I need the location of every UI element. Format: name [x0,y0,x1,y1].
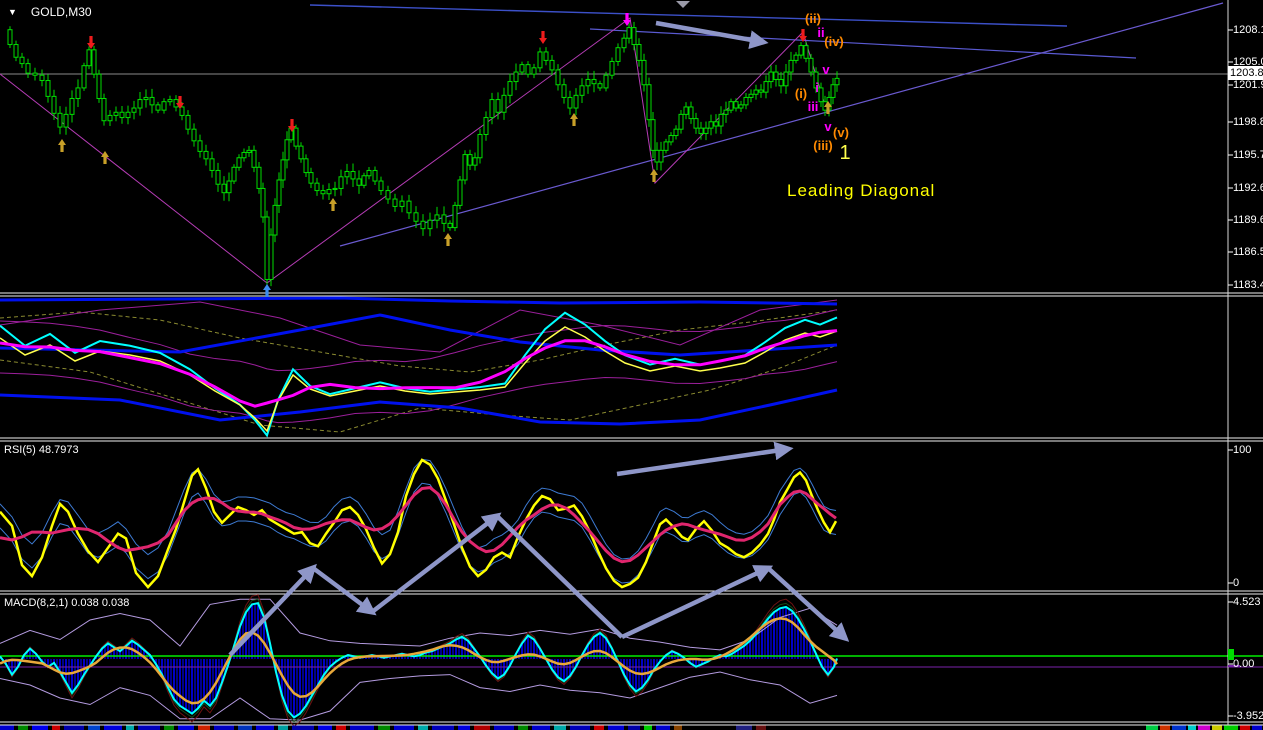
axis-column [1227,0,1240,730]
dropdown-triangle-icon: ▼ [8,7,17,17]
symbol-selector[interactable]: ▼ GOLD,M30 [8,5,92,19]
macd-panel [0,594,1263,727]
candlesticks [7,21,840,287]
price-axis-label: 1195.75 [1233,149,1263,161]
wave-label: v [822,62,830,77]
up-arrow-icon [650,169,658,182]
trend-annotation-arrow [311,566,377,616]
rsi-indicator-label: RSI(5) 48.7973 [4,444,79,456]
wave-label: i [815,80,819,95]
macd-axis-label: 0.00 [1233,658,1255,670]
trend-annotation-arrow [495,514,624,639]
trend-annotation-arrow [621,565,774,640]
up-arrow-icon [101,151,109,164]
trendline [309,4,1068,27]
main-price-chart [0,2,1228,284]
wave-label: (v) [833,125,849,140]
down-arrow-icon [539,31,547,44]
trend-annotation-arrow [616,441,794,477]
up-arrow-icon [444,233,452,246]
up-arrow-icon [58,139,66,152]
price-axis-label: 1183.40 [1233,279,1263,291]
macd-axis-label: 4.523 [1233,596,1261,608]
wave-zigzag-line [0,17,828,284]
up-arrow-icon [570,113,578,126]
wave-label: 1 [839,142,851,164]
rsi-panel [0,458,838,589]
mt4-chart-window: ▼ GOLD,M30 RSI(5) 48.7973 MACD(8,2,1) 0.… [0,0,1263,730]
wave-label: (i) [794,86,808,101]
price-axis-label: 1208.10 [1233,24,1263,36]
trendline [589,28,1137,59]
chart-canvas[interactable] [0,0,1263,730]
trend-annotation-arrow [370,512,502,614]
period-marker-icon [676,1,690,8]
rsi-axis-label: 100 [1233,444,1252,456]
trend-annotation-arrow [228,563,317,657]
price-axis-label: 1189.60 [1233,214,1263,226]
wave-label: (ii) [805,11,821,26]
price-axis-label: 1201.90 [1233,79,1263,91]
up-arrow-icon [263,284,271,297]
wave-label: (iii) [813,138,833,153]
up-arrow-icon [329,198,337,211]
indicator-panel-2 [0,296,838,438]
current-price-tag: 1203.81 [1228,66,1263,80]
trend-annotation-arrow [655,20,769,49]
price-axis-label: 1186.50 [1233,246,1263,258]
leading-diagonal-annotation: Leading Diagonal [787,181,936,200]
wave-label: (iv) [824,34,844,49]
current-price-value: 1203.81 [1230,67,1263,79]
price-axis-label: 1198.85 [1233,116,1263,128]
macd-indicator-label: MACD(8,2,1) 0.038 0.038 [4,597,130,609]
symbol-label: GOLD,M30 [30,5,92,19]
wave-label: iii [807,99,819,114]
rsi-axis-label: 0 [1233,577,1240,589]
price-axis-label: 1192.65 [1233,182,1263,194]
macd-axis-label: -3.952 [1233,710,1263,722]
bottom-indicator-strip [0,725,1262,730]
wave-label: v [824,119,832,134]
signal-arrows [58,1,832,297]
